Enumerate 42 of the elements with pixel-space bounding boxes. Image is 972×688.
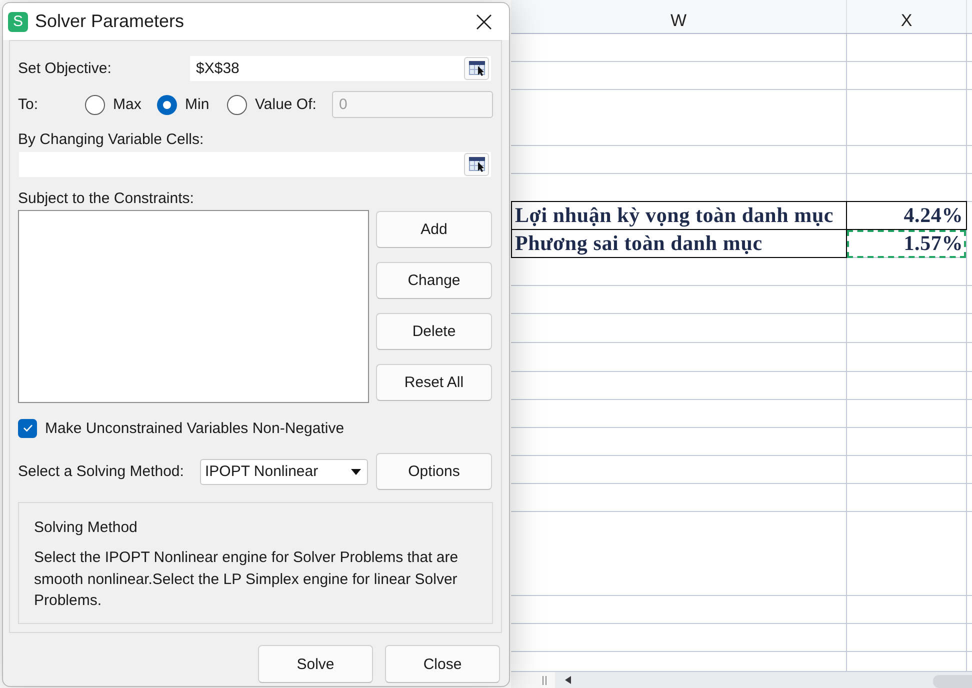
options-button[interactable]: Options (376, 453, 492, 490)
horizontal-scrollbar[interactable] (555, 672, 972, 688)
to-label: To: (18, 96, 40, 113)
description-title: Solving Method (34, 519, 138, 537)
table-cell: Phương sai toàn danh mục (511, 230, 846, 258)
changing-cells-label: By Changing Variable Cells: (18, 131, 205, 149)
range-select-button[interactable] (464, 57, 489, 80)
solve-button[interactable]: Solve (258, 645, 373, 683)
grid-pointer-icon (468, 61, 484, 76)
checkbox[interactable] (18, 418, 37, 438)
radio-label[interactable]: Min (185, 96, 210, 113)
caret-icon (351, 468, 361, 474)
objective-label: Set Objective: (18, 60, 112, 77)
column-header[interactable]: X (847, 0, 967, 33)
radio-button[interactable] (157, 94, 177, 114)
add-button[interactable]: Add (376, 211, 492, 248)
reset-all-button[interactable]: Reset All (376, 364, 492, 401)
close-button[interactable]: Close (385, 645, 500, 683)
objective-field[interactable]: $X$38 (190, 56, 491, 81)
column-header[interactable]: W (511, 0, 847, 33)
changing-cells-field[interactable] (19, 152, 491, 177)
close-icon (476, 14, 492, 30)
solving-method-label: Select a Solving Method: (18, 463, 185, 480)
window-title: Solver Parameters (35, 11, 186, 32)
table-cell: 1.57% (847, 230, 966, 258)
app-logo: S (8, 12, 28, 32)
checkmark-icon (22, 424, 32, 432)
radio-button[interactable] (85, 94, 105, 114)
grid-pointer-icon (468, 157, 484, 172)
scroll-left-icon (565, 676, 571, 684)
solving-method-dropdown[interactable]: IPOPT Nonlinear (200, 458, 368, 484)
delete-button[interactable]: Delete (376, 313, 492, 350)
checkbox-label[interactable]: Make Unconstrained Variables Non-Negative (45, 420, 344, 436)
radio-label[interactable]: Value Of: (255, 96, 316, 113)
range-select-button[interactable] (464, 153, 489, 176)
radio-label[interactable]: Max (113, 96, 142, 113)
description-text: Select the IPOPT Nonlinear engine for Solver Problems that are smooth nonlinear.Select the LP Simplex engine for linear Solver Problems. (34, 548, 460, 611)
table-cell: Lợi nhuận kỳ vọng toàn danh mục (511, 202, 846, 230)
splitter-icon (542, 676, 547, 684)
change-button[interactable]: Change (376, 262, 492, 299)
constraints-label: Subject to the Constraints: (18, 190, 195, 208)
radio-button[interactable] (227, 94, 247, 114)
